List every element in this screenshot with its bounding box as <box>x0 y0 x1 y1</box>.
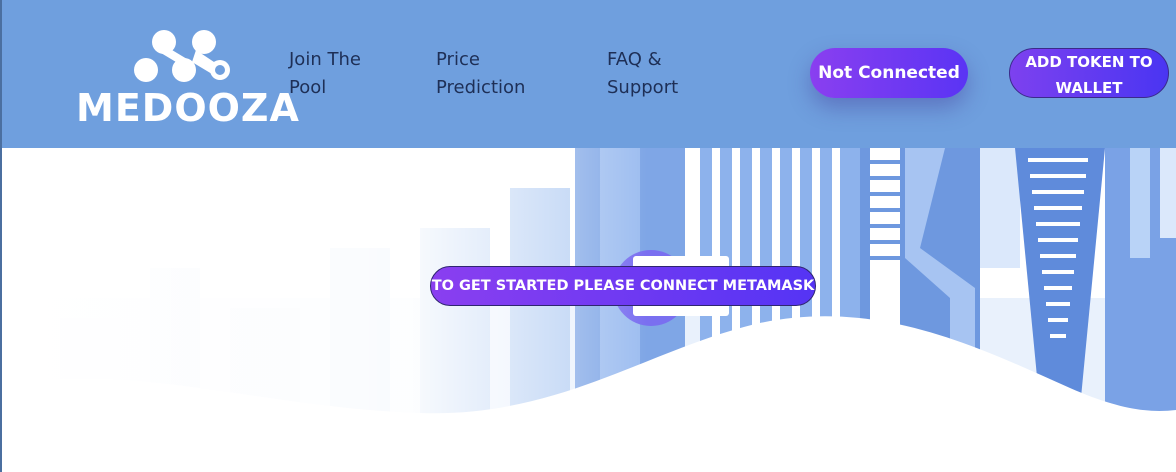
nav-faq-support[interactable]: FAQ & Support <box>607 46 707 102</box>
add-token-to-wallet-button[interactable]: ADD TOKEN TO WALLET <box>1009 48 1169 98</box>
hero-section: TO GET STARTED PLEASE CONNECT METAMASK <box>0 148 1176 472</box>
brand-logo[interactable]: MEDOOZA <box>76 30 300 130</box>
page: MEDOOZA Join The Pool Price Prediction F… <box>0 0 1176 472</box>
nav-join-the-pool[interactable]: Join The Pool <box>289 46 389 102</box>
city-skyline-illustration <box>0 148 1176 472</box>
top-header: MEDOOZA Join The Pool Price Prediction F… <box>0 0 1176 148</box>
brand-wordmark: MEDOOZA <box>76 86 300 130</box>
molecule-dots-icon <box>134 30 230 82</box>
window-left-border <box>0 0 2 472</box>
nav-price-prediction[interactable]: Price Prediction <box>436 46 546 102</box>
connection-status-button[interactable]: Not Connected <box>810 48 968 98</box>
connect-metamask-button[interactable]: TO GET STARTED PLEASE CONNECT METAMASK <box>430 266 816 306</box>
